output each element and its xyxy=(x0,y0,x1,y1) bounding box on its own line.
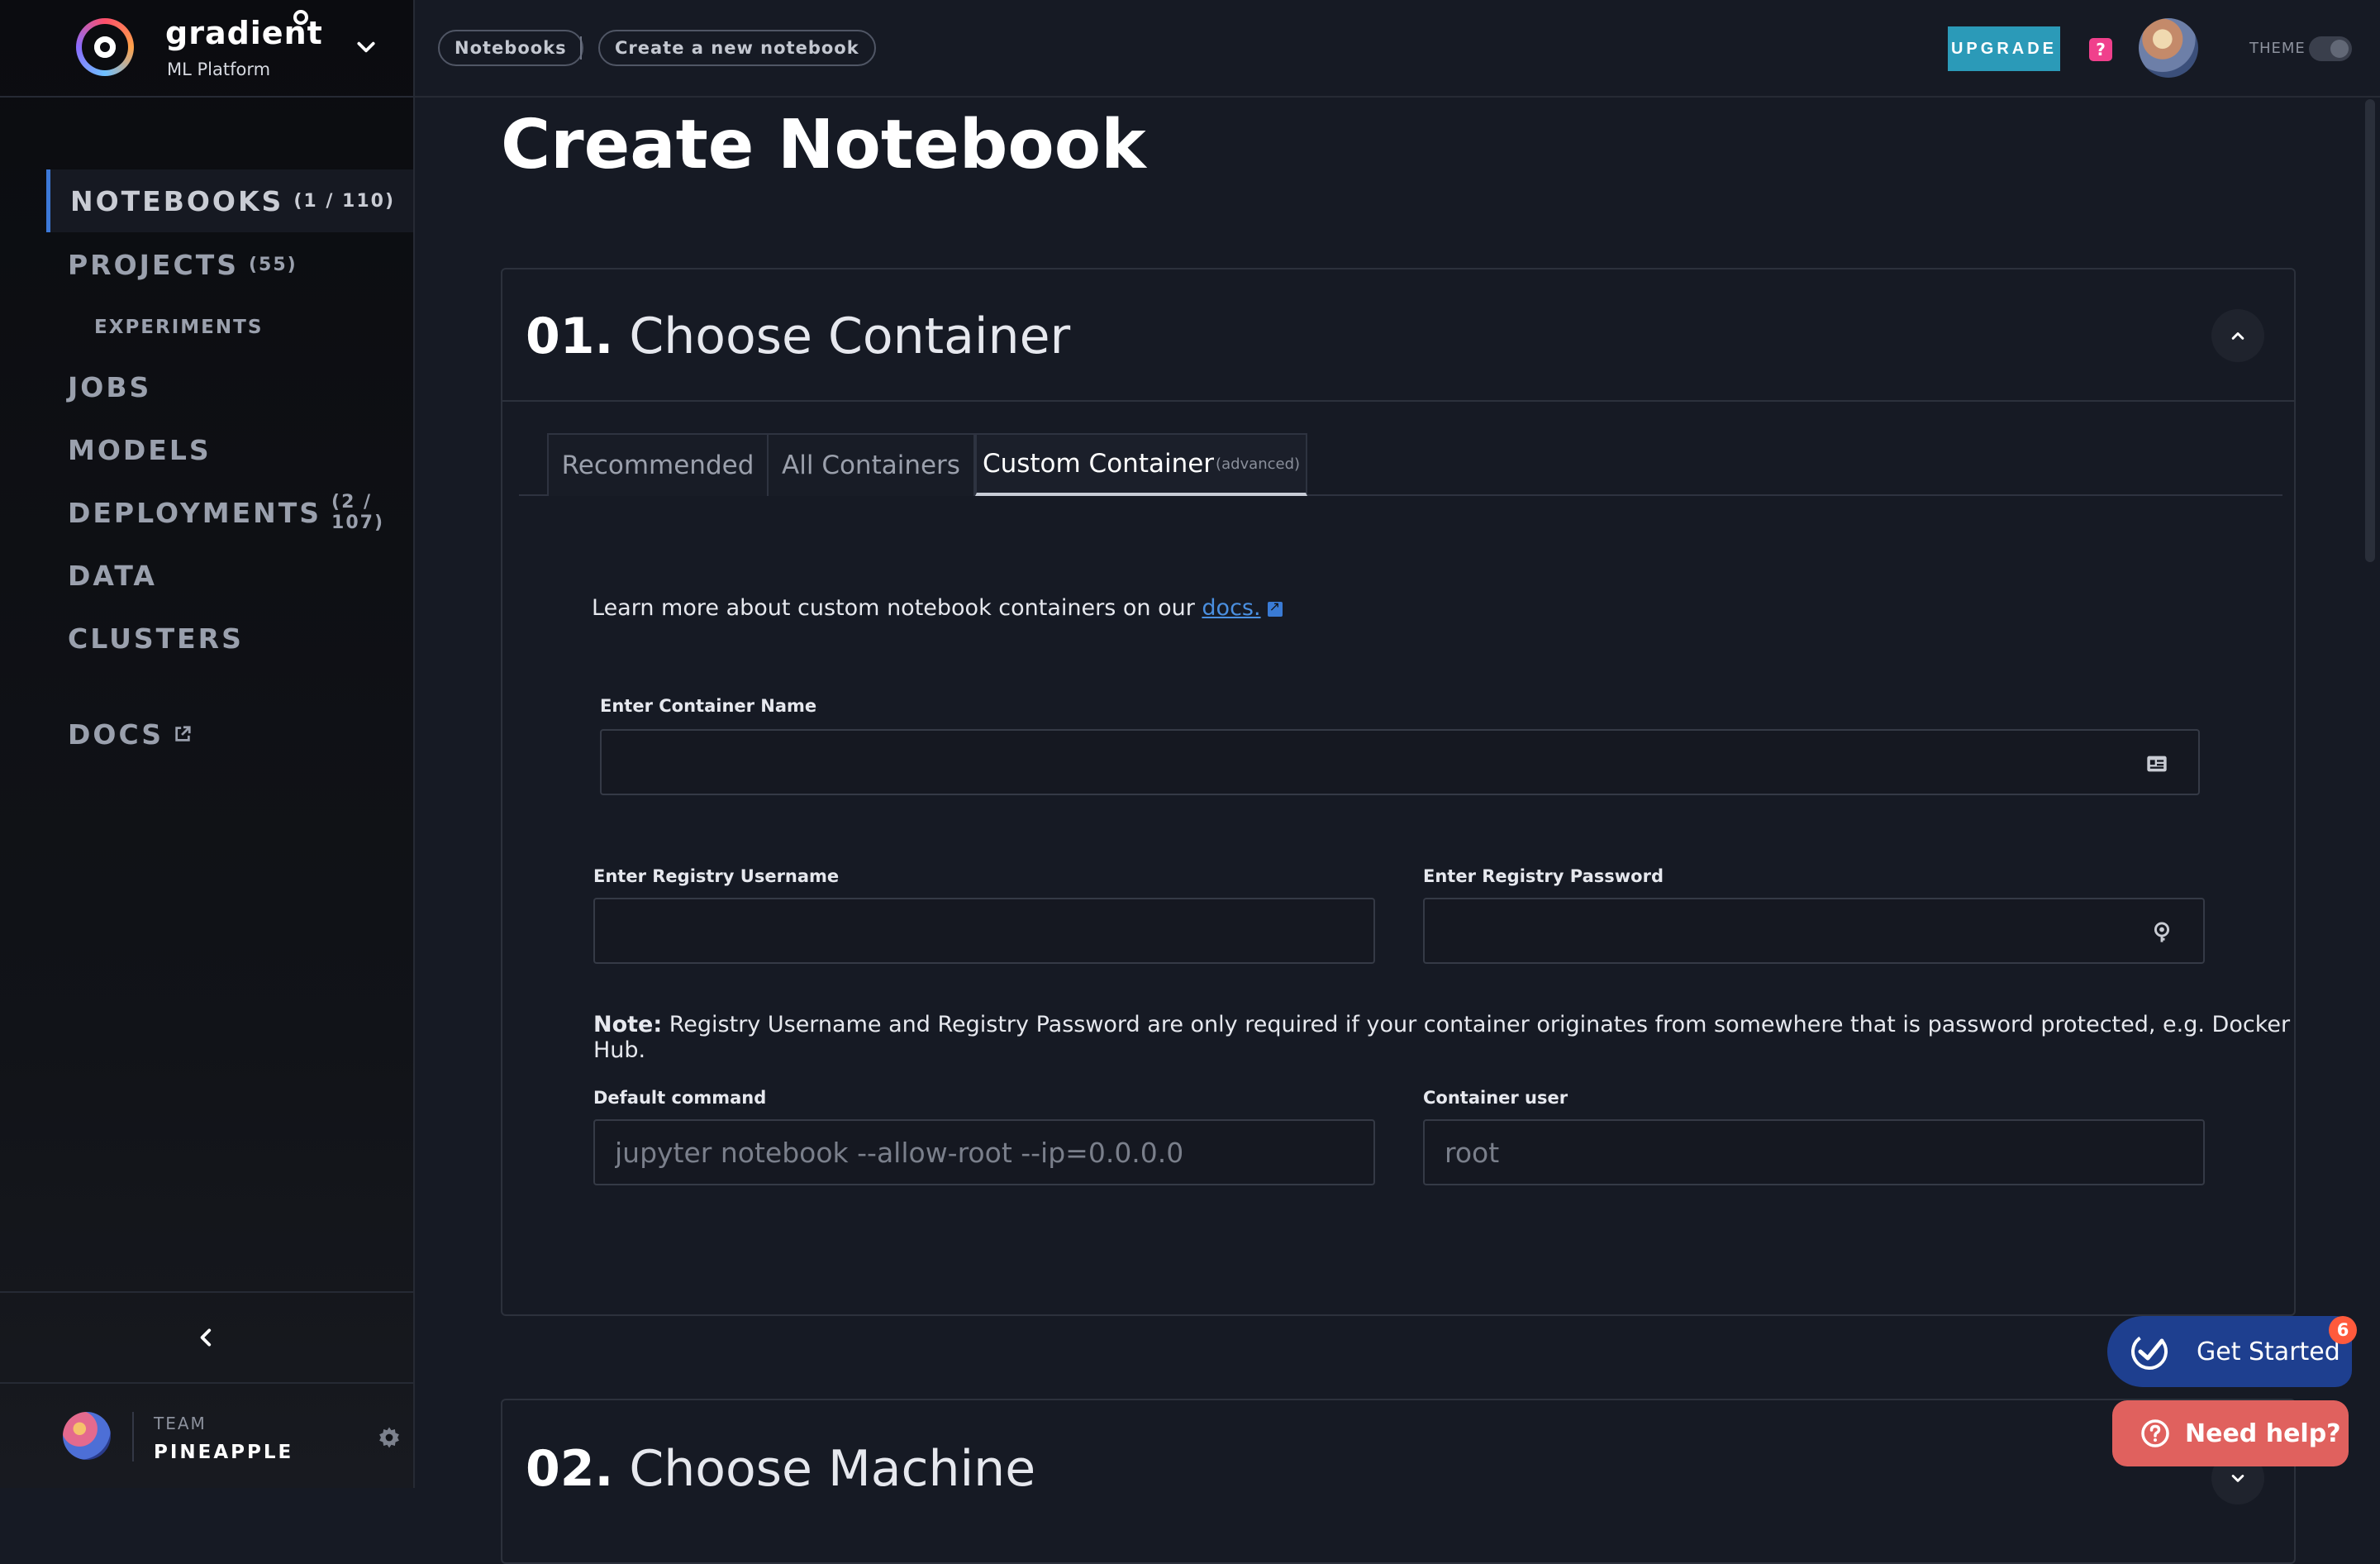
sidebar-item-deployments[interactable]: DEPLOYMENTS (2 / 107) xyxy=(0,481,413,544)
sidebar-item-docs[interactable]: DOCS xyxy=(0,703,413,765)
theme-toggle[interactable] xyxy=(2309,36,2352,61)
default-command-input[interactable] xyxy=(595,1121,1373,1184)
registry-username-field[interactable] xyxy=(593,898,1375,964)
chevron-down-icon[interactable] xyxy=(355,36,377,58)
registry-username-input[interactable] xyxy=(595,899,1373,962)
sidebar-item-label: PROJECTS xyxy=(68,248,239,281)
need-help-button[interactable]: Need help? xyxy=(2112,1400,2349,1466)
tab-label: Custom Container xyxy=(982,449,1215,479)
sidebar-item-label: CLUSTERS xyxy=(68,622,244,655)
sidebar-item-experiments[interactable]: EXPERIMENTS xyxy=(0,296,413,359)
sidebar: gradient ML Platform NOTEBOOKS (1 / 110)… xyxy=(0,0,415,1488)
get-started-label: Get Started xyxy=(2197,1337,2340,1366)
sidebar-item-data[interactable]: DATA xyxy=(0,544,413,607)
get-started-badge: 6 xyxy=(2329,1316,2357,1344)
sidebar-item-models[interactable]: MODELS xyxy=(0,418,413,481)
team-label: TEAM xyxy=(154,1414,207,1433)
note-label: Note: xyxy=(593,1012,663,1037)
tab-label: All Containers xyxy=(782,451,960,480)
tab-recommended[interactable]: Recommended xyxy=(547,433,769,496)
gradient-logo-icon xyxy=(76,18,134,76)
section-title-text: Choose Container xyxy=(629,308,1071,365)
container-tabs: Recommended All Containers Custom Contai… xyxy=(519,433,2282,496)
registry-password-label: Enter Registry Password xyxy=(1423,866,1664,886)
sidebar-item-count: (2 / 107) xyxy=(331,492,385,533)
docs-link[interactable]: docs. xyxy=(1202,595,1260,621)
password-key-icon xyxy=(2154,922,2170,942)
brand-ring-icon xyxy=(293,10,308,25)
page-scrollbar[interactable] xyxy=(2365,99,2375,562)
team-name: PINEAPPLE xyxy=(154,1442,294,1463)
registry-username-label: Enter Registry Username xyxy=(593,866,840,886)
sidebar-item-count: (55) xyxy=(248,254,298,275)
sidebar-item-label: EXPERIMENTS xyxy=(94,317,264,338)
brand-header[interactable]: gradient ML Platform xyxy=(0,0,415,98)
tab-label: Recommended xyxy=(561,451,754,480)
team-avatar xyxy=(63,1412,111,1460)
section-title-text: Choose Machine xyxy=(629,1440,1036,1498)
default-command-field[interactable] xyxy=(593,1119,1375,1185)
checklist-icon xyxy=(2131,1333,2168,1370)
tab-all-containers[interactable]: All Containers xyxy=(769,433,975,496)
tab-suffix: (advanced) xyxy=(1216,455,1301,473)
sidebar-item-count: (1 / 110) xyxy=(293,190,396,212)
question-circle-icon xyxy=(2141,1419,2169,1447)
sidebar-item-jobs[interactable]: JOBS xyxy=(0,355,413,418)
section-title: 01. Choose Container xyxy=(526,308,1070,365)
chevron-left-icon xyxy=(200,1328,212,1347)
page-title: Create Notebook xyxy=(501,106,1146,184)
sidebar-collapse-button[interactable] xyxy=(0,1291,413,1384)
registry-password-input[interactable] xyxy=(1425,899,2203,962)
sidebar-item-label: DOCS xyxy=(68,718,164,751)
sidebar-item-label: MODELS xyxy=(68,433,212,466)
team-switcher[interactable]: TEAM PINEAPPLE xyxy=(0,1384,413,1488)
container-user-label: Container user xyxy=(1423,1088,1568,1108)
external-link-icon xyxy=(175,726,191,741)
breadcrumb-separator xyxy=(580,36,582,60)
sidebar-item-label: DEPLOYMENTS xyxy=(68,496,322,529)
container-name-field[interactable] xyxy=(600,729,2200,795)
learn-more-text: Learn more about custom notebook contain… xyxy=(592,595,1283,621)
sidebar-item-projects[interactable]: PROJECTS (55) xyxy=(0,233,413,296)
sidebar-item-clusters[interactable]: CLUSTERS xyxy=(0,607,413,670)
need-help-label: Need help? xyxy=(2185,1419,2341,1448)
default-command-label: Default command xyxy=(593,1088,767,1108)
section-collapse-button[interactable] xyxy=(2211,309,2264,362)
id-card-icon xyxy=(2147,756,2167,772)
note-text: Registry Username and Registry Password … xyxy=(593,1012,2291,1063)
container-user-input[interactable] xyxy=(1425,1121,2203,1184)
section-choose-machine: 02. Choose Machine xyxy=(501,1399,2296,1564)
sidebar-item-notebooks[interactable]: NOTEBOOKS (1 / 110) xyxy=(46,169,413,232)
theme-label: THEME xyxy=(2249,40,2306,57)
help-icon[interactable]: ? xyxy=(2089,38,2112,61)
container-name-label: Enter Container Name xyxy=(600,696,817,716)
tab-custom-container[interactable]: Custom Container (advanced) xyxy=(975,433,1307,496)
topbar: Notebooks Create a new notebook UPGRADE … xyxy=(415,0,2380,98)
sidebar-item-label: JOBS xyxy=(68,370,152,403)
section-number: 02. xyxy=(526,1440,614,1498)
section-header[interactable]: 01. Choose Container xyxy=(502,269,2294,402)
get-started-button[interactable]: Get Started xyxy=(2107,1316,2352,1387)
section-choose-container: 01. Choose Container Recommended All Con… xyxy=(501,268,2296,1316)
external-link-icon[interactable] xyxy=(1267,598,1283,617)
team-divider xyxy=(132,1412,134,1461)
breadcrumb-notebooks[interactable]: Notebooks xyxy=(438,30,583,66)
brand-subtitle: ML Platform xyxy=(167,60,271,79)
container-user-field[interactable] xyxy=(1423,1119,2205,1185)
learn-more-prefix: Learn more about custom notebook contain… xyxy=(592,595,1202,621)
container-name-input[interactable] xyxy=(602,731,2198,794)
sidebar-item-label: NOTEBOOKS xyxy=(70,184,284,217)
section-number: 01. xyxy=(526,308,614,365)
sidebar-item-label: DATA xyxy=(68,559,157,592)
registry-note: Note: Registry Username and Registry Pas… xyxy=(593,1012,2294,1063)
gear-icon[interactable] xyxy=(377,1425,402,1450)
section-title[interactable]: 02. Choose Machine xyxy=(526,1440,1035,1498)
registry-password-field[interactable] xyxy=(1423,898,2205,964)
user-avatar[interactable] xyxy=(2139,18,2198,78)
breadcrumb-create-notebook[interactable]: Create a new notebook xyxy=(598,30,876,66)
chevron-up-icon xyxy=(2231,332,2244,340)
chevron-down-icon xyxy=(2231,1475,2244,1482)
upgrade-button[interactable]: UPGRADE xyxy=(1948,26,2060,71)
